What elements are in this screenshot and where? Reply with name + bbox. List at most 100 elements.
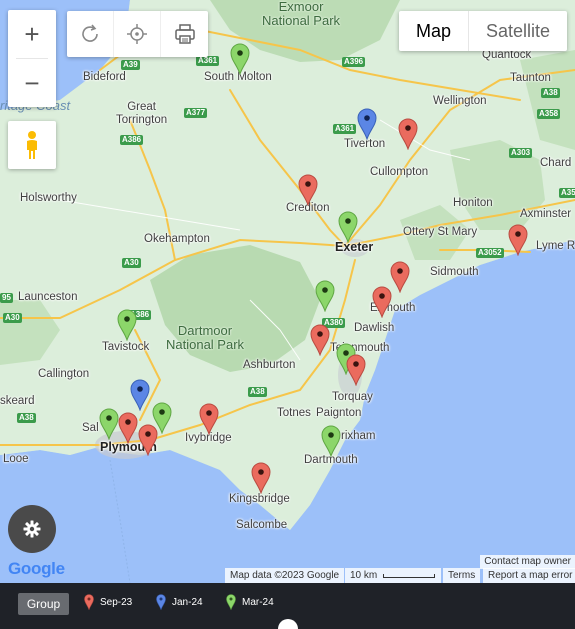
scale-bar[interactable]: 10 km xyxy=(345,568,441,583)
zoom-in-button[interactable]: + xyxy=(8,10,56,58)
marker-icon xyxy=(315,280,335,313)
marker-teignmouth-2[interactable] xyxy=(346,354,366,387)
print-button[interactable] xyxy=(161,11,208,57)
marker-icon xyxy=(230,43,250,76)
marker-icon xyxy=(310,324,330,357)
label-torquay: Torquay xyxy=(332,391,373,403)
marker-a380[interactable] xyxy=(315,280,335,313)
label-ottery-st-mary: Ottery St Mary xyxy=(403,226,478,238)
road-a3052: A3052 xyxy=(476,248,504,258)
road-a30-edge: 95 xyxy=(0,293,13,303)
road-a361-tiverton: A361 xyxy=(333,124,357,134)
label-honiton: Honiton xyxy=(453,197,493,209)
label-paignton: Paignton xyxy=(316,407,362,419)
label-sidmouth: Sidmouth xyxy=(430,266,479,278)
road-a30-mid: A30 xyxy=(122,258,141,268)
refresh-icon xyxy=(82,24,98,42)
marker-icon xyxy=(298,174,318,207)
legend-bar: Group Sep-23 Jan-24 Mar-24 xyxy=(0,583,575,629)
marker-lyme[interactable] xyxy=(508,224,528,257)
marker-icon xyxy=(199,403,219,436)
marker-icon xyxy=(338,211,358,244)
label-cullompton: Cullompton xyxy=(370,166,429,178)
label-looe: Looe xyxy=(3,453,29,465)
marker-ivybridge[interactable] xyxy=(199,403,219,436)
contact-map-owner-link[interactable]: Contact map owner xyxy=(480,555,575,569)
label-great-torrington: Great Torrington xyxy=(116,101,168,126)
marker-cullompton[interactable] xyxy=(398,118,418,151)
marker-kingsbridge[interactable] xyxy=(251,462,271,495)
settings-button[interactable] xyxy=(8,505,56,553)
legend-item-jan-24[interactable]: Jan-24 xyxy=(156,594,203,610)
marker-icon xyxy=(226,594,236,610)
label-liskeard: skeard xyxy=(0,395,35,407)
label-taunton: Taunton xyxy=(510,72,551,84)
label-bideford: Bideford xyxy=(83,71,126,83)
marker-plymouth-1[interactable] xyxy=(99,408,119,441)
marker-icon xyxy=(357,108,377,141)
marker-south-molton[interactable] xyxy=(230,43,250,76)
marker-tavistock[interactable] xyxy=(117,309,137,342)
legend-label-jan-24: Jan-24 xyxy=(172,596,203,608)
label-dawlish: Dawlish xyxy=(354,322,395,334)
legend-item-mar-24[interactable]: Mar-24 xyxy=(226,594,274,610)
label-wellington: Wellington xyxy=(433,95,487,107)
label-salcombe: Salcombe xyxy=(236,519,288,531)
label-brixham: rixham xyxy=(341,430,376,442)
road-a303: A303 xyxy=(509,148,533,158)
marker-plymouth-north[interactable] xyxy=(130,379,150,412)
marker-icon xyxy=(117,309,137,342)
marker-icon xyxy=(156,594,166,610)
road-a377: A377 xyxy=(184,108,208,118)
marker-plymouth-2[interactable] xyxy=(118,412,138,445)
marker-exmouth-2[interactable] xyxy=(372,286,392,319)
marker-dartmouth[interactable] xyxy=(321,425,341,458)
zoom-out-button[interactable]: − xyxy=(8,59,56,107)
report-map-error-link[interactable]: Report a map error xyxy=(483,568,575,583)
scale-label: 10 km xyxy=(350,570,378,581)
street-view-button[interactable] xyxy=(8,121,56,169)
label-kingsbridge: Kingsbridge xyxy=(229,493,290,505)
label-okehampton: Okehampton xyxy=(144,233,210,245)
road-a30-west: A30 xyxy=(3,313,22,323)
marker-newton-abbot[interactable] xyxy=(310,324,330,357)
group-button[interactable]: Group xyxy=(18,593,69,615)
marker-icon xyxy=(130,379,150,412)
map-toolbar xyxy=(67,11,208,57)
label-ashburton: Ashburton xyxy=(243,359,296,371)
pegman-icon xyxy=(27,131,37,159)
label-holsworthy: Holsworthy xyxy=(20,192,77,204)
marker-icon xyxy=(251,462,271,495)
scale-line xyxy=(383,574,435,578)
road-a38-north: A38 xyxy=(541,88,560,98)
road-a38-west: A38 xyxy=(17,413,36,423)
marker-icon xyxy=(118,412,138,445)
map-type-map-button[interactable]: Map xyxy=(399,11,470,51)
legend-label-sep-23: Sep-23 xyxy=(100,596,133,608)
scroll-handle[interactable] xyxy=(278,619,298,629)
locate-button[interactable] xyxy=(114,11,161,57)
label-chard: Chard xyxy=(540,157,572,169)
marker-tiverton[interactable] xyxy=(357,108,377,141)
crosshair-icon xyxy=(127,24,147,44)
label-exmoor-national-park: Exmoor National Park xyxy=(262,0,341,28)
label-lyme-regis: Lyme R xyxy=(536,240,575,252)
marker-icon xyxy=(508,224,528,257)
marker-icon xyxy=(99,408,119,441)
label-saltash: Sal xyxy=(82,422,99,434)
marker-crediton[interactable] xyxy=(298,174,318,207)
marker-plympton[interactable] xyxy=(152,402,172,435)
marker-exeter[interactable] xyxy=(338,211,358,244)
label-dartmoor-national-park: Dartmoor National Park xyxy=(166,323,245,352)
marker-icon xyxy=(321,425,341,458)
legend-item-sep-23[interactable]: Sep-23 xyxy=(84,594,132,610)
road-a396: A396 xyxy=(342,57,366,67)
road-a35: A35 xyxy=(559,188,575,198)
marker-exmouth-1[interactable] xyxy=(390,261,410,294)
marker-icon xyxy=(390,261,410,294)
map-canvas[interactable]: Exmoor National Park Bideford South Molt… xyxy=(0,0,575,583)
refresh-button[interactable] xyxy=(67,11,114,57)
map-type-satellite-button[interactable]: Satellite xyxy=(469,11,567,51)
terms-link[interactable]: Terms xyxy=(443,568,481,583)
label-axminster: Axminster xyxy=(520,208,572,220)
